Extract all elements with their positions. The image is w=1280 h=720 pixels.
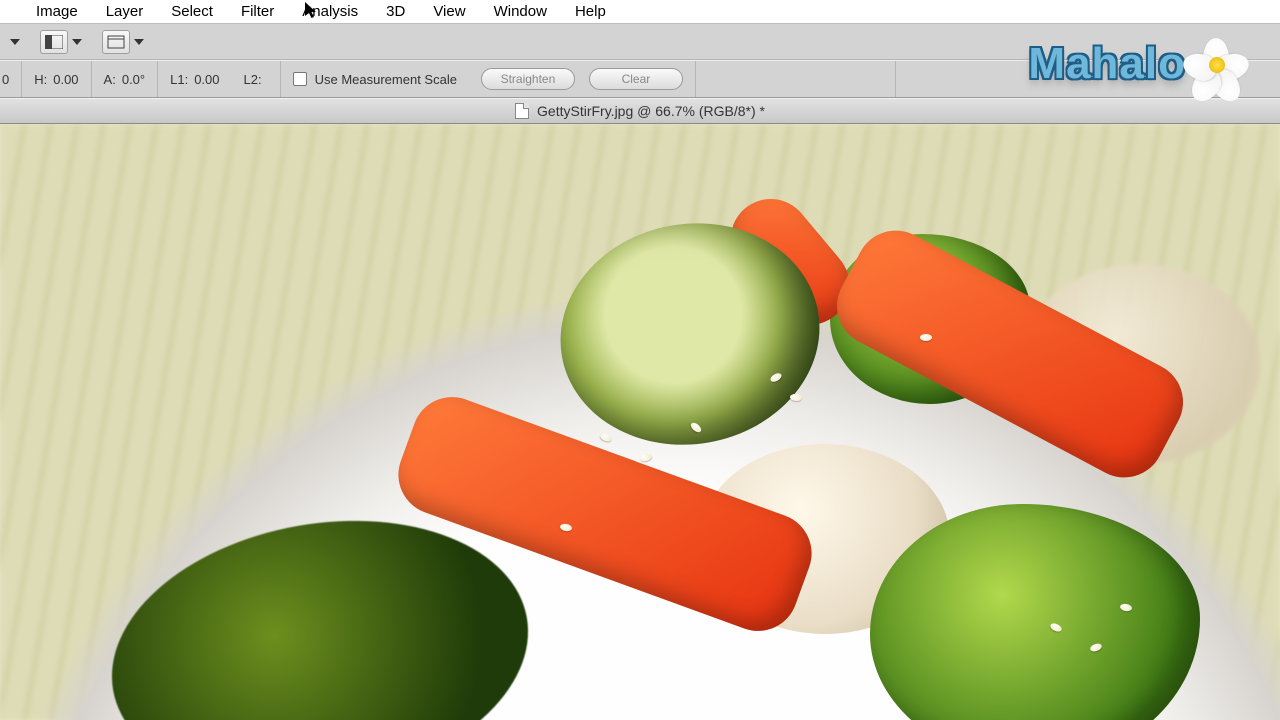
menu-help[interactable]: Help — [561, 3, 620, 20]
mahalo-logo: Mahalo — [1028, 32, 1242, 96]
option-a: A: 0.0° — [92, 61, 159, 97]
clear-button[interactable]: Clear — [589, 68, 683, 90]
option-l1: L1: 0.00 — [158, 61, 231, 97]
menubar: Image Layer Select Filter Analysis 3D Vi… — [0, 0, 1280, 24]
document-file-icon — [515, 103, 529, 119]
menu-layer[interactable]: Layer — [92, 3, 158, 20]
menu-select[interactable]: Select — [157, 3, 227, 20]
chevron-down-icon — [10, 39, 20, 45]
option-h: H: 0.00 — [22, 61, 91, 97]
mahalo-logo-text: Mahalo — [1028, 39, 1186, 89]
document-title[interactable]: GettyStirFry.jpg @ 66.7% (RGB/8*) * — [537, 103, 765, 119]
option-use-scale: Use Measurement Scale — [281, 61, 469, 97]
a-label: A: — [104, 72, 116, 87]
option-buttons: Straighten Clear — [469, 61, 695, 97]
plumeria-flower-icon — [1190, 38, 1242, 90]
toolbar-dropdown-1[interactable] — [4, 35, 26, 49]
option-l2: L2: — [232, 61, 281, 97]
option-w: 0 — [0, 61, 22, 97]
use-measurement-scale-checkbox[interactable] — [293, 72, 307, 86]
l1-value[interactable]: 0.00 — [194, 72, 219, 87]
arrange-documents-icon — [102, 30, 130, 54]
h-value[interactable]: 0.00 — [53, 72, 78, 87]
screen-mode-button[interactable] — [34, 26, 88, 58]
l1-label: L1: — [170, 72, 188, 87]
menu-filter[interactable]: Filter — [227, 3, 288, 20]
arrange-documents-button[interactable] — [96, 26, 150, 58]
chevron-down-icon — [72, 39, 82, 45]
use-measurement-scale-label: Use Measurement Scale — [315, 72, 457, 87]
document-canvas[interactable] — [0, 124, 1280, 720]
l2-label: L2: — [244, 72, 262, 87]
photo-sesame — [920, 334, 932, 341]
a-value[interactable]: 0.0° — [122, 72, 145, 87]
menu-image[interactable]: Image — [22, 3, 92, 20]
document-tab-bar: GettyStirFry.jpg @ 66.7% (RGB/8*) * — [0, 98, 1280, 124]
menu-window[interactable]: Window — [480, 3, 561, 20]
menu-view[interactable]: View — [419, 3, 479, 20]
menu-analysis[interactable]: Analysis — [288, 3, 372, 20]
menu-3d[interactable]: 3D — [372, 3, 419, 20]
screen-mode-icon — [40, 30, 68, 54]
h-label: H: — [34, 72, 47, 87]
chevron-down-icon — [134, 39, 144, 45]
straighten-button[interactable]: Straighten — [481, 68, 575, 90]
mouse-cursor-icon — [304, 2, 318, 20]
